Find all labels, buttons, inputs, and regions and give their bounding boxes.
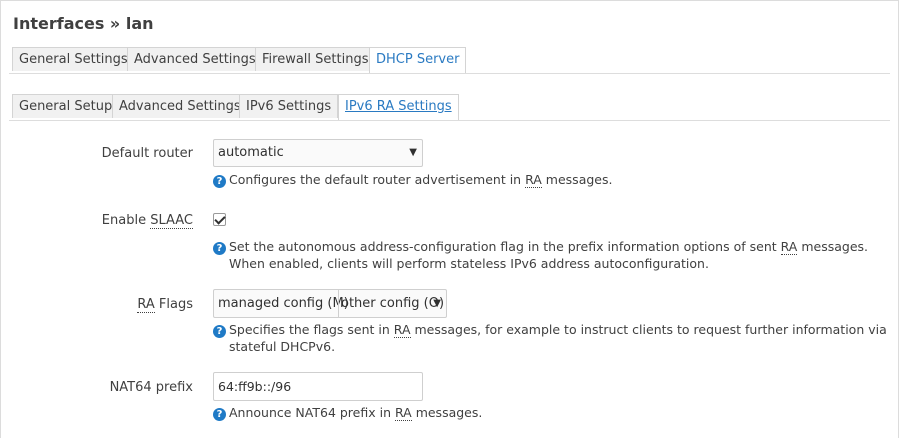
- tab-dhcp-server[interactable]: DHCP Server: [369, 47, 467, 73]
- chevron-down-icon: ▼: [433, 298, 441, 309]
- default-router-help: ? Configures the default router advertise…: [213, 171, 889, 188]
- ra-flags-multiselect[interactable]: managed config (M) other config (O) ▼: [213, 289, 447, 318]
- chevron-down-icon: ▼: [409, 147, 417, 158]
- main-tabs: General Settings Advanced Settings Firew…: [9, 47, 890, 74]
- subtab-ipv6-ra-settings[interactable]: IPv6 RA Settings: [338, 94, 459, 120]
- subtab-general-setup[interactable]: General Setup: [12, 94, 120, 118]
- sub-tabs: General Setup Advanced Settings IPv6 Set…: [9, 94, 890, 121]
- help-circle-icon: ?: [213, 325, 226, 338]
- default-router-select[interactable]: automatic ▼: [213, 139, 423, 167]
- ra-flags-help: ? Specifies the flags sent in RA messages…: [213, 321, 889, 354]
- help-circle-icon: ?: [213, 408, 226, 421]
- page-title: Interfaces » lan: [13, 14, 154, 33]
- help-circle-icon: ?: [213, 242, 226, 255]
- nat64-prefix-help: ? Announce NAT64 prefix in RA messages.: [213, 404, 889, 421]
- ra-flag-managed-config[interactable]: managed config (M): [218, 290, 349, 317]
- default-router-value: automatic: [218, 145, 284, 160]
- tab-general-settings[interactable]: General Settings: [12, 47, 135, 71]
- subtab-advanced-settings[interactable]: Advanced Settings: [112, 94, 248, 118]
- nat64-prefix-label: NAT64 prefix: [109, 380, 193, 395]
- nat64-prefix-input[interactable]: 64:ff9b::/96: [213, 372, 423, 401]
- default-router-label: Default router: [101, 146, 193, 161]
- tab-firewall-settings[interactable]: Firewall Settings: [255, 47, 376, 71]
- subtab-ipv6-settings[interactable]: IPv6 Settings: [239, 94, 339, 118]
- ra-flags-label: RA Flags: [137, 297, 193, 313]
- tab-advanced-settings[interactable]: Advanced Settings: [127, 47, 263, 71]
- slaac-checkbox[interactable]: [213, 213, 226, 226]
- help-circle-icon: ?: [213, 175, 226, 188]
- ra-flag-other-config[interactable]: other config (O): [338, 290, 444, 317]
- slaac-help: ? Set the autonomous address-configuratio…: [213, 238, 889, 271]
- slaac-label: Enable SLAAC: [101, 213, 193, 229]
